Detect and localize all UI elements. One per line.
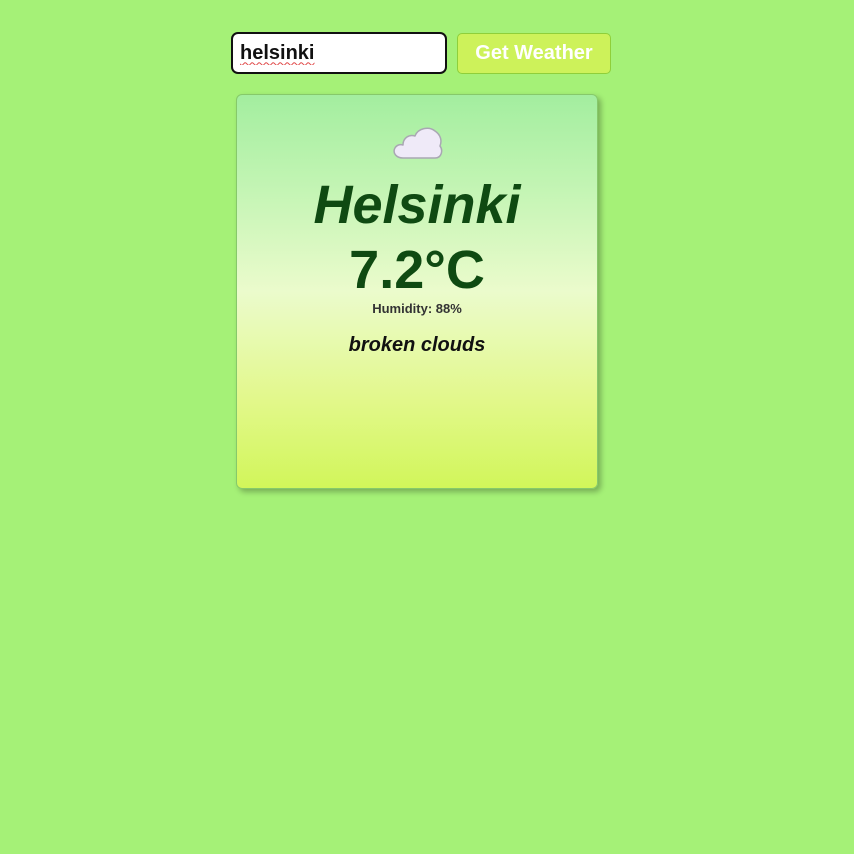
temperature: 7.2°C: [349, 240, 485, 300]
humidity: Humidity: 88%: [372, 301, 462, 316]
city-name: Helsinki: [313, 175, 521, 235]
city-search-input[interactable]: [231, 32, 447, 74]
cloud-icon: [393, 127, 443, 159]
weather-card: Helsinki 7.2°C Humidity: 88% broken clou…: [236, 94, 598, 489]
weather-description: broken clouds: [348, 334, 486, 356]
get-weather-button[interactable]: Get Weather: [457, 32, 611, 74]
search-bar: Get Weather: [231, 32, 611, 74]
